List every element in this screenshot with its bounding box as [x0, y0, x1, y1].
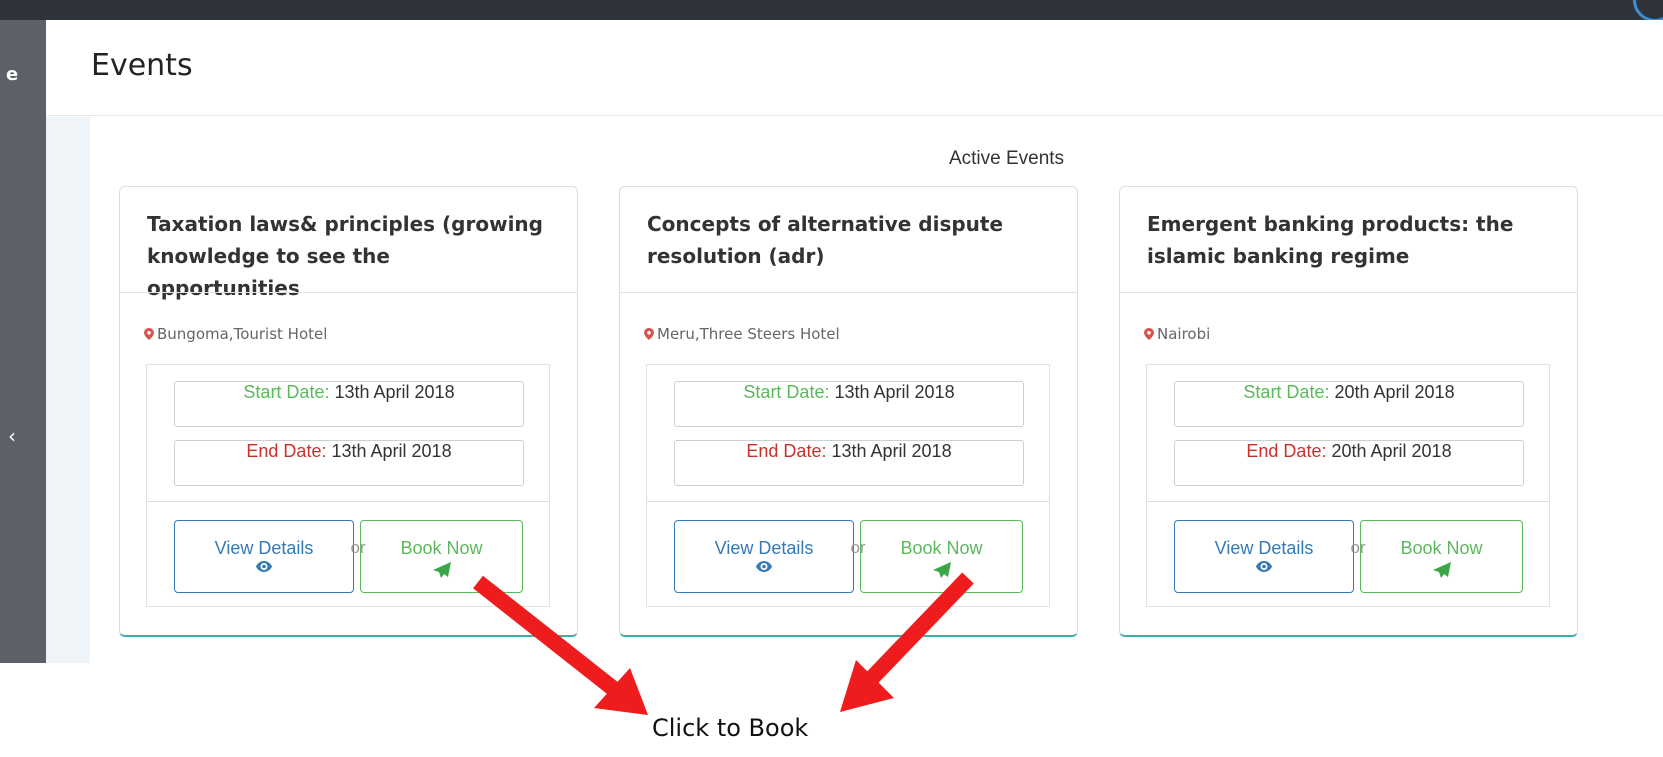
- view-details-button[interactable]: View Details: [1174, 520, 1354, 593]
- card-divider: [1120, 292, 1577, 293]
- map-marker-icon: [144, 328, 154, 340]
- event-card: Concepts of alternative dispute resoluti…: [619, 186, 1078, 637]
- location-text: Bungoma,Tourist Hotel: [157, 325, 328, 343]
- details-divider: [1147, 501, 1549, 502]
- location-text: Meru,Three Steers Hotel: [657, 325, 840, 343]
- details-divider: [647, 501, 1049, 502]
- start-date-value: 20th April 2018: [1334, 382, 1455, 402]
- eye-icon: [756, 561, 772, 572]
- section-title: Active Events: [948, 148, 1065, 169]
- event-card: Emergent banking products: the islamic b…: [1119, 186, 1578, 637]
- end-date-label: End Date:: [746, 441, 827, 461]
- end-date-field: End Date: 13th April 2018: [674, 440, 1024, 486]
- start-date-field: Start Date: 13th April 2018: [674, 381, 1024, 427]
- end-date-value: 13th April 2018: [831, 441, 952, 461]
- start-date-label: Start Date:: [743, 382, 830, 402]
- book-now-label: Book Now: [400, 538, 483, 558]
- event-title: Taxation laws& principles (growing knowl…: [147, 212, 543, 300]
- book-now-button[interactable]: Book Now: [360, 520, 523, 593]
- start-date-value: 13th April 2018: [834, 382, 955, 402]
- paper-plane-icon: [432, 562, 451, 578]
- paper-plane-icon: [1432, 562, 1451, 578]
- start-date-label: Start Date:: [1243, 382, 1330, 402]
- end-date-label: End Date:: [246, 441, 327, 461]
- content-area: Active Events Taxation laws& principles …: [46, 117, 1663, 663]
- end-date-field: End Date: 13th April 2018: [174, 440, 524, 486]
- view-details-button[interactable]: View Details: [674, 520, 854, 593]
- start-date-label: Start Date:: [243, 382, 330, 402]
- annotation-callout: Click to Book: [652, 714, 809, 742]
- sidebar-label: e: [6, 64, 19, 85]
- view-details-label: View Details: [214, 538, 314, 558]
- book-now-button[interactable]: Book Now: [1360, 520, 1523, 593]
- event-details-box: Start Date: 13th April 2018 End Date: 13…: [146, 364, 550, 607]
- location-text: Nairobi: [1157, 325, 1211, 343]
- end-date-field: End Date: 20th April 2018: [1174, 440, 1524, 486]
- event-details-box: Start Date: 13th April 2018 End Date: 13…: [646, 364, 1050, 607]
- view-details-label: View Details: [1214, 538, 1314, 558]
- event-title: Concepts of alternative dispute resoluti…: [647, 212, 1004, 268]
- event-location: Bungoma,Tourist Hotel: [144, 325, 327, 343]
- event-details-box: Start Date: 20th April 2018 End Date: 20…: [1146, 364, 1550, 607]
- event-location: Meru,Three Steers Hotel: [644, 325, 840, 343]
- end-date-value: 20th April 2018: [1331, 441, 1452, 461]
- event-location: Nairobi: [1144, 325, 1210, 343]
- page-title: Events: [91, 48, 193, 83]
- start-date-field: Start Date: 20th April 2018: [1174, 381, 1524, 427]
- top-navbar: [0, 0, 1663, 22]
- book-now-button[interactable]: Book Now: [860, 520, 1023, 593]
- start-date-field: Start Date: 13th April 2018: [174, 381, 524, 427]
- events-panel: Active Events Taxation laws& principles …: [90, 117, 1663, 663]
- view-details-button[interactable]: View Details: [174, 520, 354, 593]
- view-details-label: View Details: [714, 538, 814, 558]
- book-now-label: Book Now: [900, 538, 983, 558]
- page-header: Events: [46, 20, 1663, 116]
- user-avatar[interactable]: [1633, 0, 1663, 22]
- sidebar-collapse-icon[interactable]: ‹: [8, 424, 16, 448]
- map-marker-icon: [1144, 328, 1154, 340]
- event-title: Emergent banking products: the islamic b…: [1147, 212, 1514, 268]
- card-divider: [120, 292, 577, 293]
- end-date-value: 13th April 2018: [331, 441, 452, 461]
- eye-icon: [1256, 561, 1272, 572]
- map-marker-icon: [644, 328, 654, 340]
- event-card: Taxation laws& principles (growing knowl…: [119, 186, 578, 637]
- paper-plane-icon: [932, 562, 951, 578]
- details-divider: [147, 501, 549, 502]
- book-now-label: Book Now: [1400, 538, 1483, 558]
- end-date-label: End Date:: [1246, 441, 1327, 461]
- eye-icon: [256, 561, 272, 572]
- start-date-value: 13th April 2018: [334, 382, 455, 402]
- sidebar: e ‹: [0, 20, 46, 663]
- card-divider: [620, 292, 1077, 293]
